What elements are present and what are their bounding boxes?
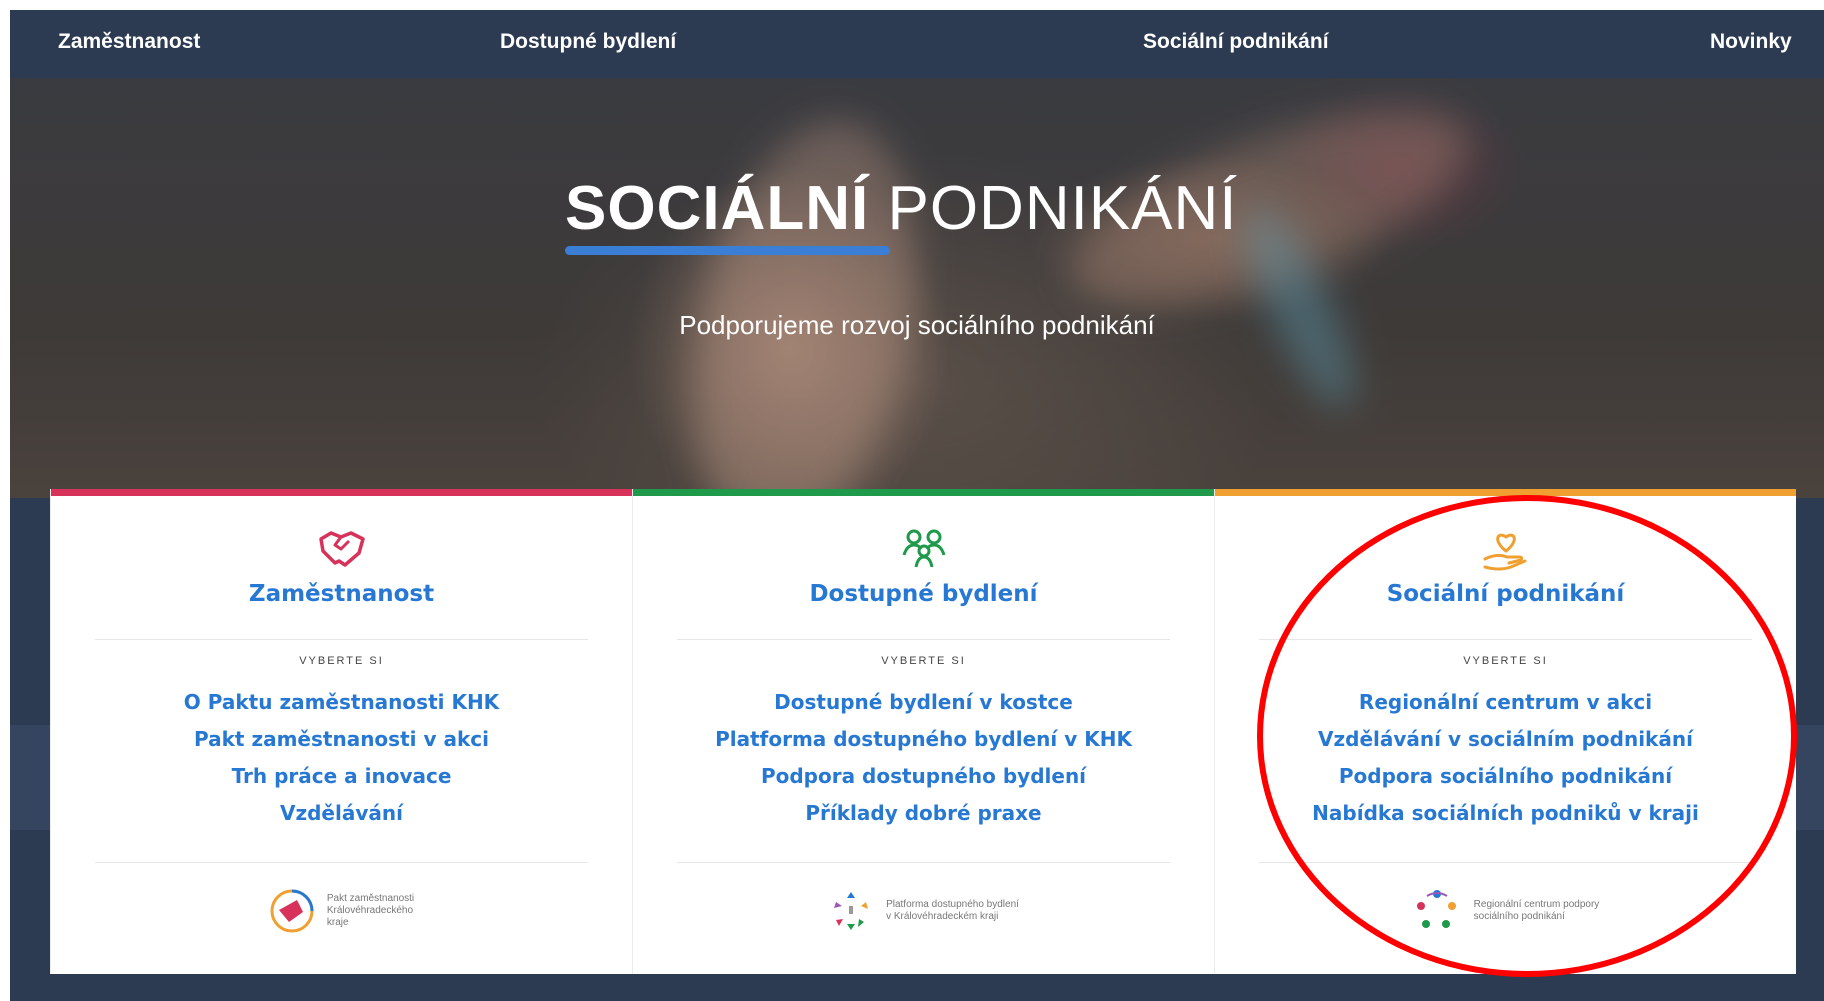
card-link[interactable]: Trh práce a inovace bbox=[51, 758, 632, 795]
partner-logo[interactable]: Regionální centrum podpory sociálního po… bbox=[1215, 881, 1796, 941]
card-link[interactable]: Podpora sociálního podnikání bbox=[1215, 758, 1796, 795]
pakt-logo-icon bbox=[270, 889, 314, 933]
card-link[interactable]: Regionální centrum v akci bbox=[1215, 684, 1796, 721]
people-icon bbox=[633, 527, 1214, 571]
hero-title-strong: SOCIÁLNÍ bbox=[565, 174, 870, 243]
category-card-socialni-podnikani: Sociální podnikání VYBERTE SI Regionální… bbox=[1214, 489, 1796, 974]
partner-logo[interactable]: Platforma dostupného bydlení v Královéhr… bbox=[633, 881, 1214, 941]
partner-logo-text: Platforma dostupného bydlení v Královéhr… bbox=[886, 899, 1019, 922]
card-divider bbox=[95, 862, 588, 863]
partner-logo-text: Pakt zaměstnanosti Královéhradeckého kra… bbox=[326, 893, 415, 928]
partner-logo-text: Regionální centrum podpory sociálního po… bbox=[1473, 899, 1600, 922]
hero-banner: SOCIÁLNÍ PODNIKÁNÍ Podporujeme rozvoj so… bbox=[10, 78, 1824, 498]
partner-logo[interactable]: Pakt zaměstnanosti Královéhradeckého kra… bbox=[51, 881, 632, 941]
nav-item-dostupne-bydleni[interactable]: Dostupné bydlení bbox=[500, 30, 676, 54]
card-accent-bar bbox=[51, 489, 632, 496]
card-link-list: Regionální centrum v akci Vzdělávání v s… bbox=[1215, 684, 1796, 832]
card-link[interactable]: O Paktu zaměstnanosti KHK bbox=[51, 684, 632, 721]
card-divider bbox=[1259, 639, 1752, 640]
category-card-dostupne-bydleni: Dostupné bydlení VYBERTE SI Dostupné byd… bbox=[632, 489, 1214, 974]
card-accent-bar bbox=[633, 489, 1214, 496]
card-title[interactable]: Dostupné bydlení bbox=[633, 581, 1214, 607]
heart-hand-icon bbox=[1215, 527, 1796, 571]
card-link[interactable]: Příklady dobré praxe bbox=[633, 795, 1214, 832]
card-kicker: VYBERTE SI bbox=[1463, 655, 1548, 667]
card-kicker: VYBERTE SI bbox=[881, 655, 966, 667]
card-accent-bar bbox=[1215, 489, 1796, 496]
card-divider bbox=[677, 639, 1170, 640]
card-link[interactable]: Nabídka sociálních podniků v kraji bbox=[1215, 795, 1796, 832]
platforma-logo-icon bbox=[834, 892, 869, 930]
nav-item-novinky[interactable]: Novinky bbox=[1710, 30, 1792, 54]
card-divider bbox=[1259, 862, 1752, 863]
category-card-zamestnanost: Zaměstnanost VYBERTE SI O Paktu zaměstna… bbox=[50, 489, 632, 974]
regionalni-centrum-logo-icon bbox=[1416, 890, 1456, 928]
hero-title-thin: PODNIKÁNÍ bbox=[869, 174, 1238, 243]
hero-subtitle: Podporujeme rozvoj sociálního podnikání bbox=[679, 310, 1155, 340]
card-divider bbox=[677, 862, 1170, 863]
handshake-icon bbox=[51, 527, 632, 571]
hero-title-underline bbox=[565, 246, 890, 255]
hero-title: SOCIÁLNÍ PODNIKÁNÍ bbox=[565, 173, 1238, 244]
card-link[interactable]: Podpora dostupného bydlení bbox=[633, 758, 1214, 795]
card-link[interactable]: Pakt zaměstnanosti v akci bbox=[51, 721, 632, 758]
card-link[interactable]: Vzdělávání v sociálním podnikání bbox=[1215, 721, 1796, 758]
nav-item-socialni-podnikani[interactable]: Sociální podnikání bbox=[1143, 30, 1329, 54]
hero-photo-hand bbox=[658, 100, 952, 498]
card-link[interactable]: Dostupné bydlení v kostce bbox=[633, 684, 1214, 721]
nav-item-zamestnanost[interactable]: Zaměstnanost bbox=[58, 30, 200, 54]
page-frame: Zaměstnanost Dostupné bydlení Sociální p… bbox=[10, 10, 1824, 1001]
card-link[interactable]: Vzdělávání bbox=[51, 795, 632, 832]
top-navigation: Zaměstnanost Dostupné bydlení Sociální p… bbox=[10, 10, 1824, 78]
card-link-list: Dostupné bydlení v kostce Platforma dost… bbox=[633, 684, 1214, 832]
card-kicker: VYBERTE SI bbox=[299, 655, 384, 667]
card-divider bbox=[95, 639, 588, 640]
card-link[interactable]: Platforma dostupného bydlení v KHK bbox=[633, 721, 1214, 758]
card-title[interactable]: Zaměstnanost bbox=[51, 581, 632, 607]
card-link-list: O Paktu zaměstnanosti KHK Pakt zaměstnan… bbox=[51, 684, 632, 832]
card-title[interactable]: Sociální podnikání bbox=[1215, 581, 1796, 607]
